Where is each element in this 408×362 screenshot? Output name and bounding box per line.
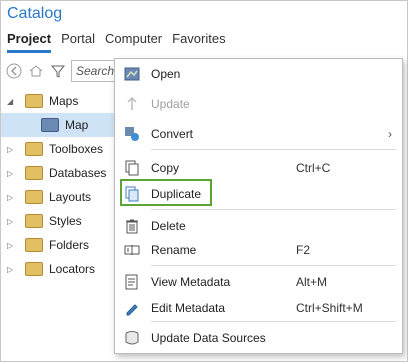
expand-arrow-icon[interactable]: ▷: [7, 145, 19, 154]
catalog-tabs: Project Portal Computer Favorites: [7, 31, 226, 53]
tab-favorites[interactable]: Favorites: [172, 31, 225, 53]
expand-arrow-icon[interactable]: ▷: [7, 265, 19, 274]
menu-item-label: Open: [151, 67, 181, 81]
menu-item-edit-metadata[interactable]: Edit Metadata Ctrl+Shift+M: [115, 295, 402, 321]
map-icon: [124, 67, 140, 81]
tab-project[interactable]: Project: [7, 31, 52, 53]
menu-item-update-data-sources[interactable]: Update Data Sources: [115, 325, 402, 351]
tree-item-label: Toolboxes: [49, 142, 104, 156]
expand-arrow-icon[interactable]: ▷: [7, 241, 19, 250]
menu-item-shortcut: Ctrl+C: [296, 161, 331, 175]
menu-item-label: Update Data Sources: [151, 331, 266, 345]
folder-icon: [25, 166, 43, 180]
menu-item-label: Edit Metadata: [151, 301, 226, 315]
catalog-tree: ◢ Maps Map ▷ Toolboxes ▷ Databases ▷ Lay…: [1, 89, 131, 281]
expand-arrow-icon[interactable]: ▷: [7, 193, 19, 202]
filter-icon: [50, 65, 66, 78]
menu-divider: [151, 265, 396, 266]
tree-item-label: Layouts: [49, 190, 92, 204]
back-arrow-icon: [6, 63, 22, 79]
tree-item-maps[interactable]: ◢ Maps: [1, 89, 131, 113]
tab-computer[interactable]: Computer: [105, 31, 162, 53]
update-icon: [127, 96, 137, 110]
view-metadata-icon: [125, 274, 138, 290]
tree-item-styles[interactable]: ▷ Styles: [1, 209, 131, 233]
context-menu: Open Update Convert › Copy Ctrl+C Duplic…: [114, 58, 403, 354]
copy-icon: [125, 160, 139, 176]
convert-icon: [125, 127, 139, 141]
map-icon: [41, 118, 59, 132]
menu-item-rename[interactable]: Rename F2: [115, 237, 402, 263]
home-button[interactable]: [27, 62, 45, 80]
menu-item-label: Convert: [151, 127, 194, 141]
tree-item-label: Databases: [49, 166, 107, 180]
folder-icon: [25, 262, 43, 276]
menu-item-copy[interactable]: Copy Ctrl+C: [115, 155, 402, 181]
folder-icon: [25, 142, 43, 156]
tree-item-label: Styles: [49, 214, 82, 228]
menu-item-shortcut: Alt+M: [296, 275, 328, 289]
tree-item-label: Map: [65, 118, 89, 132]
submenu-chevron-icon: ›: [388, 127, 392, 141]
tab-portal[interactable]: Portal: [61, 31, 95, 53]
menu-item-update: Update: [115, 91, 402, 117]
menu-item-shortcut: F2: [296, 243, 311, 257]
update-data-sources-icon: [125, 331, 139, 345]
rename-icon: [124, 245, 140, 255]
folder-icon: [25, 238, 43, 252]
tree-item-label: Maps: [49, 94, 79, 108]
menu-item-delete[interactable]: Delete: [115, 213, 402, 239]
filter-button[interactable]: [49, 62, 67, 80]
expand-arrow-icon[interactable]: ▷: [7, 217, 19, 226]
trash-icon: [126, 219, 138, 234]
expand-arrow-icon[interactable]: ▷: [7, 169, 19, 178]
menu-divider: [151, 209, 396, 210]
tree-item-layouts[interactable]: ▷ Layouts: [1, 185, 131, 209]
tree-item-label: Locators: [49, 262, 96, 276]
menu-item-label: View Metadata: [151, 275, 231, 289]
menu-divider: [151, 321, 396, 322]
menu-item-open[interactable]: Open: [115, 61, 402, 87]
tree-item-toolboxes[interactable]: ▷ Toolboxes: [1, 137, 131, 161]
search-input[interactable]: Search: [71, 60, 117, 82]
menu-item-label: Update: [151, 97, 190, 111]
menu-item-view-metadata[interactable]: View Metadata Alt+M: [115, 269, 402, 295]
tree-item-databases[interactable]: ▷ Databases: [1, 161, 131, 185]
menu-item-label: Copy: [151, 161, 180, 175]
catalog-toolbar: Search: [5, 59, 117, 83]
menu-item-label: Rename: [151, 243, 197, 257]
edit-metadata-icon: [126, 304, 138, 316]
folder-icon: [25, 190, 43, 204]
folder-icon: [25, 94, 43, 108]
home-icon: [29, 65, 43, 77]
menu-item-label: Delete: [151, 219, 186, 233]
collapse-arrow-icon[interactable]: ◢: [7, 97, 19, 106]
menu-item-convert[interactable]: Convert ›: [115, 121, 402, 147]
folder-icon: [25, 214, 43, 228]
pane-title: Catalog: [7, 5, 63, 22]
tree-item-map[interactable]: Map: [1, 113, 131, 137]
tree-item-locators[interactable]: ▷ Locators: [1, 257, 131, 281]
menu-divider: [151, 149, 396, 150]
tree-item-folders[interactable]: ▷ Folders: [1, 233, 131, 257]
back-button[interactable]: [5, 62, 23, 80]
tree-item-label: Folders: [49, 238, 90, 252]
duplicate-highlight: [120, 179, 212, 206]
menu-item-shortcut: Ctrl+Shift+M: [296, 301, 363, 315]
